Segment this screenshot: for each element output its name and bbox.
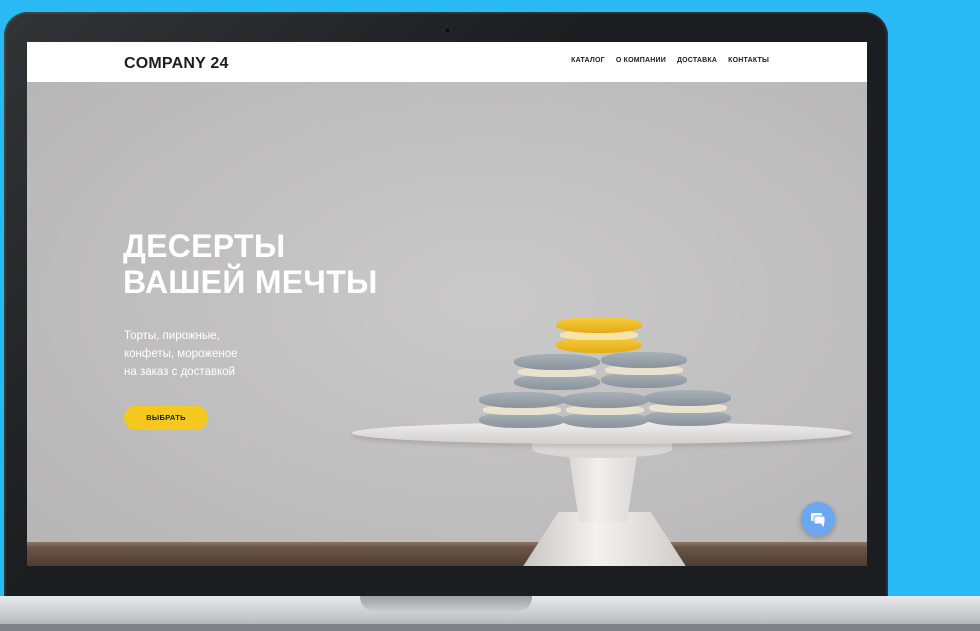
macaron xyxy=(562,392,648,428)
macaron xyxy=(514,354,600,390)
main-nav: КАТАЛОГ О КОМПАНИИ ДОСТАВКА КОНТАКТЫ xyxy=(571,57,769,64)
laptop-base-shadow xyxy=(0,624,980,631)
hero-title-line: ВАШЕЙ МЕЧТЫ xyxy=(123,264,378,300)
hero-background xyxy=(27,82,867,566)
hero-title: ДЕСЕРТЫ ВАШЕЙ МЕЧТЫ xyxy=(123,228,378,300)
hero-subtitle-line: на заказ с доставкой xyxy=(124,366,236,378)
webcam xyxy=(445,28,450,33)
nav-item-contacts[interactable]: КОНТАКТЫ xyxy=(728,57,769,64)
laptop-notch xyxy=(360,596,532,611)
chat-bubble-icon xyxy=(811,513,826,527)
hero-subtitle: Торты, пирожные, конфеты, мороженое на з… xyxy=(124,327,238,381)
hero-title-line: ДЕСЕРТЫ xyxy=(123,228,286,264)
nav-item-delivery[interactable]: ДОСТАВКА xyxy=(677,57,717,64)
table-surface xyxy=(27,546,867,566)
laptop-screen: COMPANY 24 КАТАЛОГ О КОМПАНИИ ДОСТАВКА К… xyxy=(27,42,867,566)
hero-subtitle-line: Торты, пирожные, xyxy=(124,330,220,342)
hero-subtitle-line: конфеты, мороженое xyxy=(124,348,238,360)
macaron xyxy=(645,390,731,426)
site-logo[interactable]: COMPANY 24 xyxy=(124,55,229,73)
macaron xyxy=(601,352,687,388)
macaron xyxy=(479,392,565,428)
chat-widget-button[interactable] xyxy=(801,502,835,536)
nav-item-catalog[interactable]: КАТАЛОГ xyxy=(571,57,605,64)
site-header: COMPANY 24 КАТАЛОГ О КОМПАНИИ ДОСТАВКА К… xyxy=(27,42,867,82)
choose-button[interactable]: ВЫБРАТЬ xyxy=(124,406,208,430)
nav-item-about[interactable]: О КОМПАНИИ xyxy=(616,57,666,64)
macaron-yellow xyxy=(556,317,642,353)
